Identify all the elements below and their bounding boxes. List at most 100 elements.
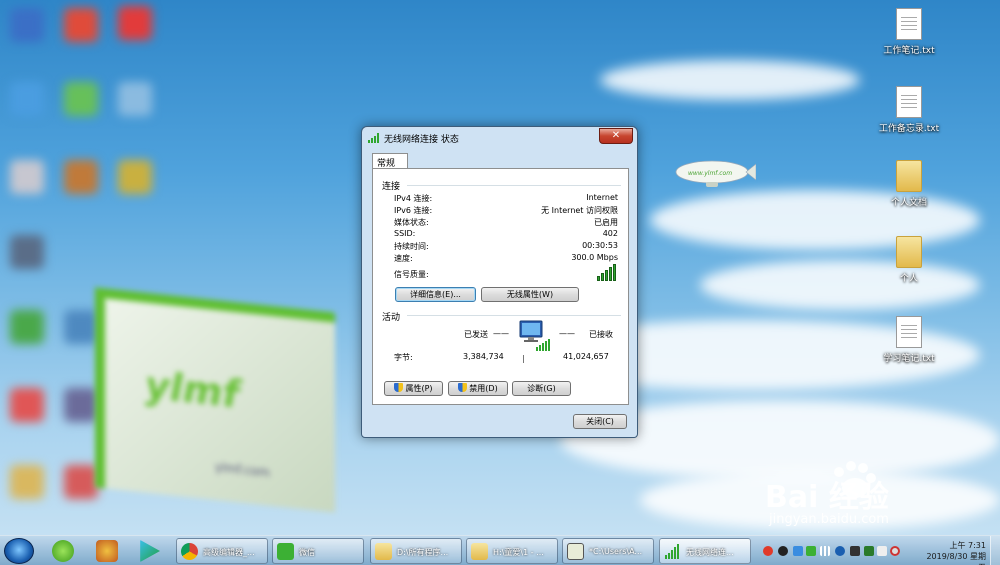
blurred-desktop-icon[interactable] (118, 82, 152, 116)
desktop-icon-label: 学习笔记.txt (883, 354, 935, 364)
close-button[interactable]: 关闭(C) (573, 414, 627, 429)
sent-dash: —— (493, 329, 509, 338)
network-tray-icon[interactable] (820, 546, 830, 556)
group-divider (407, 185, 621, 186)
title-close-button[interactable]: ✕ (599, 128, 633, 144)
text-file-icon (896, 316, 922, 348)
cloud (600, 60, 860, 100)
row-label: 持续时间: (394, 242, 429, 251)
wechat-icon (277, 543, 294, 560)
general-tab-panel: 连接 IPv4 连接: Internet IPv6 连接: 无 Internet… (372, 168, 629, 405)
received-dash: —— (559, 329, 575, 338)
billboard-logo-text: ylmf (145, 362, 239, 417)
blurred-desktop-icon[interactable] (10, 235, 44, 269)
desktop-icon-label: 工作备忘录.txt (878, 124, 940, 134)
blurred-desktop-icon[interactable] (64, 160, 98, 194)
row-value: 402 (602, 229, 618, 238)
disable-button[interactable]: 禁用(D) (448, 381, 508, 396)
tab-general[interactable]: 常规 (372, 153, 408, 169)
blurred-desktop-icon[interactable] (10, 388, 44, 422)
signal-strength-icon (597, 263, 619, 281)
blurred-desktop-icon[interactable] (10, 310, 44, 344)
blurred-desktop-icon[interactable] (10, 82, 44, 116)
blurred-desktop-icon[interactable] (118, 6, 152, 40)
signal-bars-icon (368, 133, 379, 143)
flag-icon[interactable] (877, 546, 887, 556)
quick-launch-icon[interactable] (52, 540, 74, 562)
system-clock[interactable]: 上午 7:31 2019/8/30 星期五 (926, 540, 986, 565)
baidu-watermark: Bai 经验 jingyan.baidu.com (765, 460, 995, 530)
taskbar-item[interactable]: 微信 (272, 538, 364, 564)
taskbar-item[interactable]: *C:\Users\A... (562, 538, 654, 564)
row-value: 300.0 Mbps (571, 253, 618, 262)
row-value: 无 Internet 访问权限 (541, 206, 618, 215)
diagnose-button[interactable]: 诊断(G) (512, 381, 571, 396)
dialog-titlebar[interactable]: 无线网络连接 状态 ✕ (362, 127, 637, 149)
blurred-desktop-icon[interactable] (64, 82, 98, 116)
blurred-desktop-icon[interactable] (64, 465, 98, 499)
connection-row: SSID: 402 (394, 229, 618, 241)
taskbar-item-label: 高级编辑器_... (203, 548, 255, 557)
shield-icon (458, 383, 468, 392)
desktop-icon-work-memo[interactable]: 工作备忘录.txt (874, 86, 944, 134)
taskbar-item[interactable]: 高级编辑器_... (176, 538, 268, 564)
taskbar-item[interactable]: 无线网络连... (659, 538, 751, 564)
media-player-icon[interactable] (140, 540, 160, 562)
volume-mute-icon[interactable] (890, 546, 900, 556)
blurred-desktop-icon[interactable] (64, 388, 98, 422)
blurred-desktop-icon[interactable] (64, 310, 98, 344)
blurred-desktop-icon[interactable] (10, 465, 44, 499)
properties-button-label: 属性(P) (405, 384, 433, 393)
clock-date: 2019/8/30 星期五 (926, 552, 986, 565)
sent-label: 已发送 (464, 330, 488, 339)
taskbar-item-label: D:\所有程序... (397, 548, 449, 557)
wallpaper-billboard: ylmf ylmf.com (95, 287, 335, 513)
signal-bars-icon (665, 544, 679, 559)
desktop-icon-work-notes[interactable]: 工作笔记.txt (874, 8, 944, 56)
quick-launch-icon[interactable] (96, 540, 118, 562)
blurred-desktop-icon[interactable] (10, 160, 44, 194)
sogou-ime-icon[interactable] (763, 546, 773, 556)
bytes-received-value: 41,024,657 (563, 352, 609, 361)
group-divider (407, 315, 621, 316)
show-desktop-button[interactable] (990, 536, 1000, 565)
tray-app-icon[interactable] (864, 546, 874, 556)
folder-icon (375, 543, 392, 560)
row-value: 00:30:53 (582, 241, 618, 250)
row-value: 已启用 (594, 218, 618, 227)
taskbar: 高级编辑器_... 微信 D:\所有程序... H:\童爱\1 - ... *C… (0, 535, 1000, 565)
row-label: IPv4 连接: (394, 194, 433, 203)
taskbar-item-label: 无线网络连... (686, 548, 734, 557)
signal-row: 信号质量: (394, 269, 618, 281)
taskbar-item[interactable]: H:\童爱\1 - ... (466, 538, 558, 564)
blurred-desktop-icon[interactable] (64, 8, 98, 42)
desktop-icon-study-notes[interactable]: 学习笔记.txt (874, 316, 944, 364)
blurred-desktop-icon[interactable] (10, 8, 44, 42)
bluetooth-icon[interactable] (835, 546, 845, 556)
start-button[interactable] (4, 538, 34, 564)
tray-app-icon[interactable] (850, 546, 860, 556)
details-button[interactable]: 详细信息(E)... (395, 287, 476, 302)
tray-app-icon[interactable] (793, 546, 803, 556)
wireless-status-dialog: 无线网络连接 状态 ✕ 常规 连接 IPv4 连接: Internet IPv6… (361, 126, 638, 438)
blurred-desktop-icon[interactable] (118, 160, 152, 194)
qq-icon[interactable] (778, 546, 788, 556)
row-label: SSID: (394, 229, 416, 238)
activity-group-title: 活动 (382, 313, 401, 323)
billboard-url-text: ylmf.com (215, 460, 270, 480)
folder-icon (896, 236, 922, 268)
folder-icon (896, 160, 922, 192)
wireless-properties-button[interactable]: 无线属性(W) (481, 287, 579, 302)
folder-icon (471, 543, 488, 560)
row-value: Internet (586, 193, 618, 202)
clock-time: 上午 7:31 (949, 541, 986, 550)
wechat-tray-icon[interactable] (806, 546, 816, 556)
taskbar-item-label: H:\童爱\1 - ... (493, 548, 544, 557)
desktop-icon-personal-docs[interactable]: 个人文档 (874, 160, 944, 208)
taskbar-item[interactable]: D:\所有程序... (370, 538, 462, 564)
text-file-icon (896, 86, 922, 118)
watermark-logo-text: Bai 经验 (765, 480, 889, 515)
dialog-title: 无线网络连接 状态 (384, 135, 459, 145)
properties-button[interactable]: 属性(P) (384, 381, 443, 396)
desktop-icon-personal[interactable]: 个人 (874, 236, 944, 284)
